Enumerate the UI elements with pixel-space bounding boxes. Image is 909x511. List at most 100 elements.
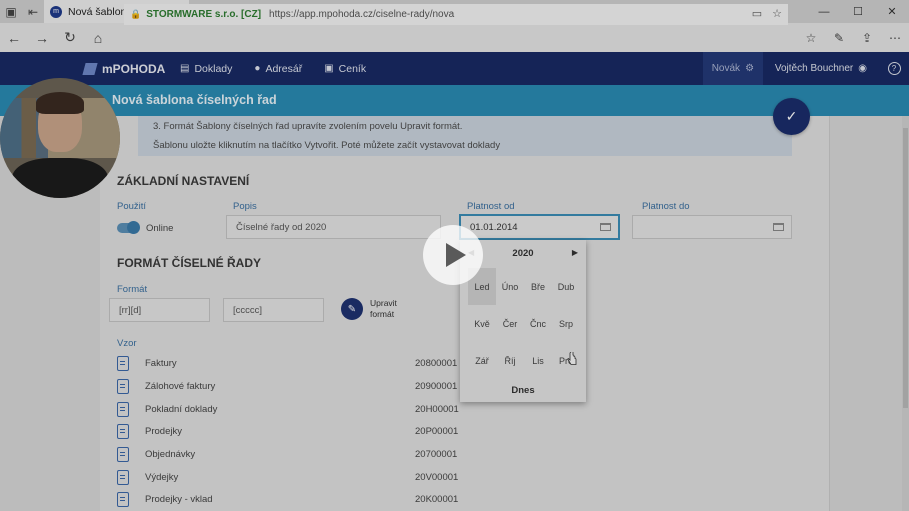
favorites-hub-icon[interactable]: ☆ (797, 23, 825, 52)
order-document-icon (117, 446, 129, 462)
address-bar[interactable]: 🔒 STORMWARE s.r.o. [CZ] https://app.mpoh… (124, 4, 788, 25)
receipt-document-icon (117, 423, 129, 439)
refresh-icon[interactable]: ↻ (56, 23, 84, 52)
month-cell[interactable]: Dub (552, 268, 580, 305)
company-selector[interactable]: Novák ⚙ (702, 52, 763, 85)
row-code: 20P00001 (415, 425, 459, 437)
usage-label: Použití (117, 201, 147, 212)
valid-from-input[interactable]: 01.01.2014 (459, 214, 620, 240)
share-icon[interactable]: ⇪ (853, 23, 881, 52)
more-icon[interactable]: ⋯ (881, 23, 909, 52)
month-grid: Led Úno Bře Dub Kvě Čer Čnc Srp Zář Říj … (468, 268, 580, 379)
format-field-number-value: [ccccc] (233, 304, 263, 316)
create-confirm-button[interactable]: ✓ (773, 98, 810, 135)
menu-label: Ceník (338, 62, 367, 75)
valid-to-label: Platnost do (642, 201, 690, 212)
list-item: Zálohové faktury 20900001 (117, 376, 477, 396)
tab-actions-icon[interactable]: ▣ (0, 0, 22, 23)
brand-name: mPOHODA (102, 61, 166, 76)
menu-label: Adresář (265, 62, 303, 75)
forward-arrow-icon[interactable]: → (28, 23, 56, 52)
reading-view-icon[interactable]: ▭ (752, 7, 762, 20)
menu-item-cenik[interactable]: ▣ Ceník (324, 52, 366, 85)
month-cell[interactable]: Bře (524, 268, 552, 305)
month-cell[interactable]: Lis (524, 342, 552, 379)
row-code: 20H00001 (415, 403, 459, 415)
description-input[interactable]: Číselné řady od 2020 (226, 215, 441, 239)
play-button[interactable] (423, 225, 483, 285)
company-name: Novák (711, 63, 741, 74)
webcam-overlay (0, 78, 120, 198)
back-arrow-icon[interactable]: ← (0, 23, 28, 52)
edit-format-button[interactable]: ✎ (341, 298, 363, 320)
price-list-icon: ▣ (324, 63, 334, 74)
browser-nav-bar: ← → ↻ ⌂ (0, 23, 909, 52)
edit-format-line-2: formát (370, 309, 395, 319)
page-title: Nová šablona číselných řad (112, 93, 277, 107)
row-name: Prodejky - vklad (145, 493, 213, 505)
month-cell[interactable]: Říj (496, 342, 524, 379)
month-cell[interactable]: Úno (496, 268, 524, 305)
set-aside-tabs-icon[interactable]: ⇤ (22, 0, 44, 23)
month-cell[interactable]: Čnc (524, 305, 552, 342)
toggle-knob (127, 221, 140, 234)
home-icon[interactable]: ⌂ (84, 23, 112, 52)
next-year-icon[interactable]: ▶ (572, 248, 578, 257)
presenter-hair (36, 92, 84, 114)
window-controls: — ☐ ✕ (807, 0, 909, 23)
today-button[interactable]: Dnes (460, 385, 586, 396)
minimize-icon[interactable]: — (807, 0, 841, 23)
favorite-star-icon[interactable]: ☆ (772, 7, 782, 20)
mpohoda-favicon-icon: m (50, 5, 62, 18)
description-value: Číselné řady od 2020 (236, 221, 327, 233)
info-line-2: Šablonu uložte kliknutím na tlačítko Vyt… (153, 140, 501, 151)
list-item: Faktury 20800001 (117, 353, 477, 373)
edit-format-label[interactable]: Upravit formát (370, 298, 397, 320)
presenter-body (12, 158, 108, 198)
invoice-document-icon (117, 355, 129, 371)
usage-toggle[interactable] (117, 221, 140, 234)
row-name: Faktury (145, 357, 177, 369)
row-code: 20K00001 (415, 493, 459, 505)
scrollbar-thumb[interactable] (903, 128, 908, 408)
main-menu: ▤ Doklady ● Adresář ▣ Ceník (180, 52, 366, 85)
list-item: Výdejky 20V00001 (117, 467, 477, 487)
row-name: Objednávky (145, 448, 196, 460)
gear-icon: ⚙ (745, 63, 755, 74)
help-button[interactable]: ? (879, 52, 909, 85)
url-text: https://app.mpohoda.cz/ciselne-rady/nova (269, 9, 455, 20)
list-item: Prodejky - vklad 20K00001 (117, 489, 477, 509)
format-field-prefix-value: [rr][d] (119, 304, 142, 316)
menu-item-doklady[interactable]: ▤ Doklady (180, 52, 232, 85)
sample-label: Vzor (117, 338, 137, 349)
maximize-icon[interactable]: ☐ (841, 0, 875, 23)
month-cell[interactable]: Zář (468, 342, 496, 379)
row-code: 20800001 (415, 357, 458, 369)
calendar-icon[interactable] (600, 223, 611, 231)
format-field-number[interactable]: [ccccc] (223, 298, 324, 322)
user-menu[interactable]: Vojtěch Bouchner ◉ (763, 63, 879, 74)
format-field-prefix[interactable]: [rr][d] (109, 298, 210, 322)
menu-item-adresar[interactable]: ● Adresář (254, 52, 302, 85)
close-window-icon[interactable]: ✕ (875, 0, 909, 23)
list-item: Prodejky 20P00001 (117, 421, 477, 441)
check-icon: ✓ (785, 108, 798, 124)
row-code: 20700001 (415, 448, 458, 460)
row-name: Pokladní doklady (145, 403, 218, 415)
valid-from-label: Platnost od (467, 201, 515, 212)
scrollbar[interactable] (902, 116, 909, 511)
month-cell[interactable]: Kvě (468, 305, 496, 342)
app-logo[interactable]: mPOHODA (82, 52, 166, 85)
person-icon: ● (254, 63, 261, 74)
month-cell[interactable]: Čer (496, 305, 524, 342)
edit-format-line-1: Upravit (370, 298, 397, 308)
calendar-icon[interactable] (773, 223, 784, 231)
valid-to-input[interactable] (632, 215, 792, 239)
basic-settings-heading: ZÁKLADNÍ NASTAVENÍ (117, 174, 250, 188)
row-name: Prodejky (145, 425, 182, 437)
pen-icon[interactable]: ✎ (825, 23, 853, 52)
user-name: Vojtěch Bouchner (774, 63, 854, 74)
description-label: Popis (233, 201, 257, 212)
month-cell[interactable]: Srp (552, 305, 580, 342)
app-header: mPOHODA ▤ Doklady ● Adresář ▣ Ceník Nová… (0, 52, 909, 85)
